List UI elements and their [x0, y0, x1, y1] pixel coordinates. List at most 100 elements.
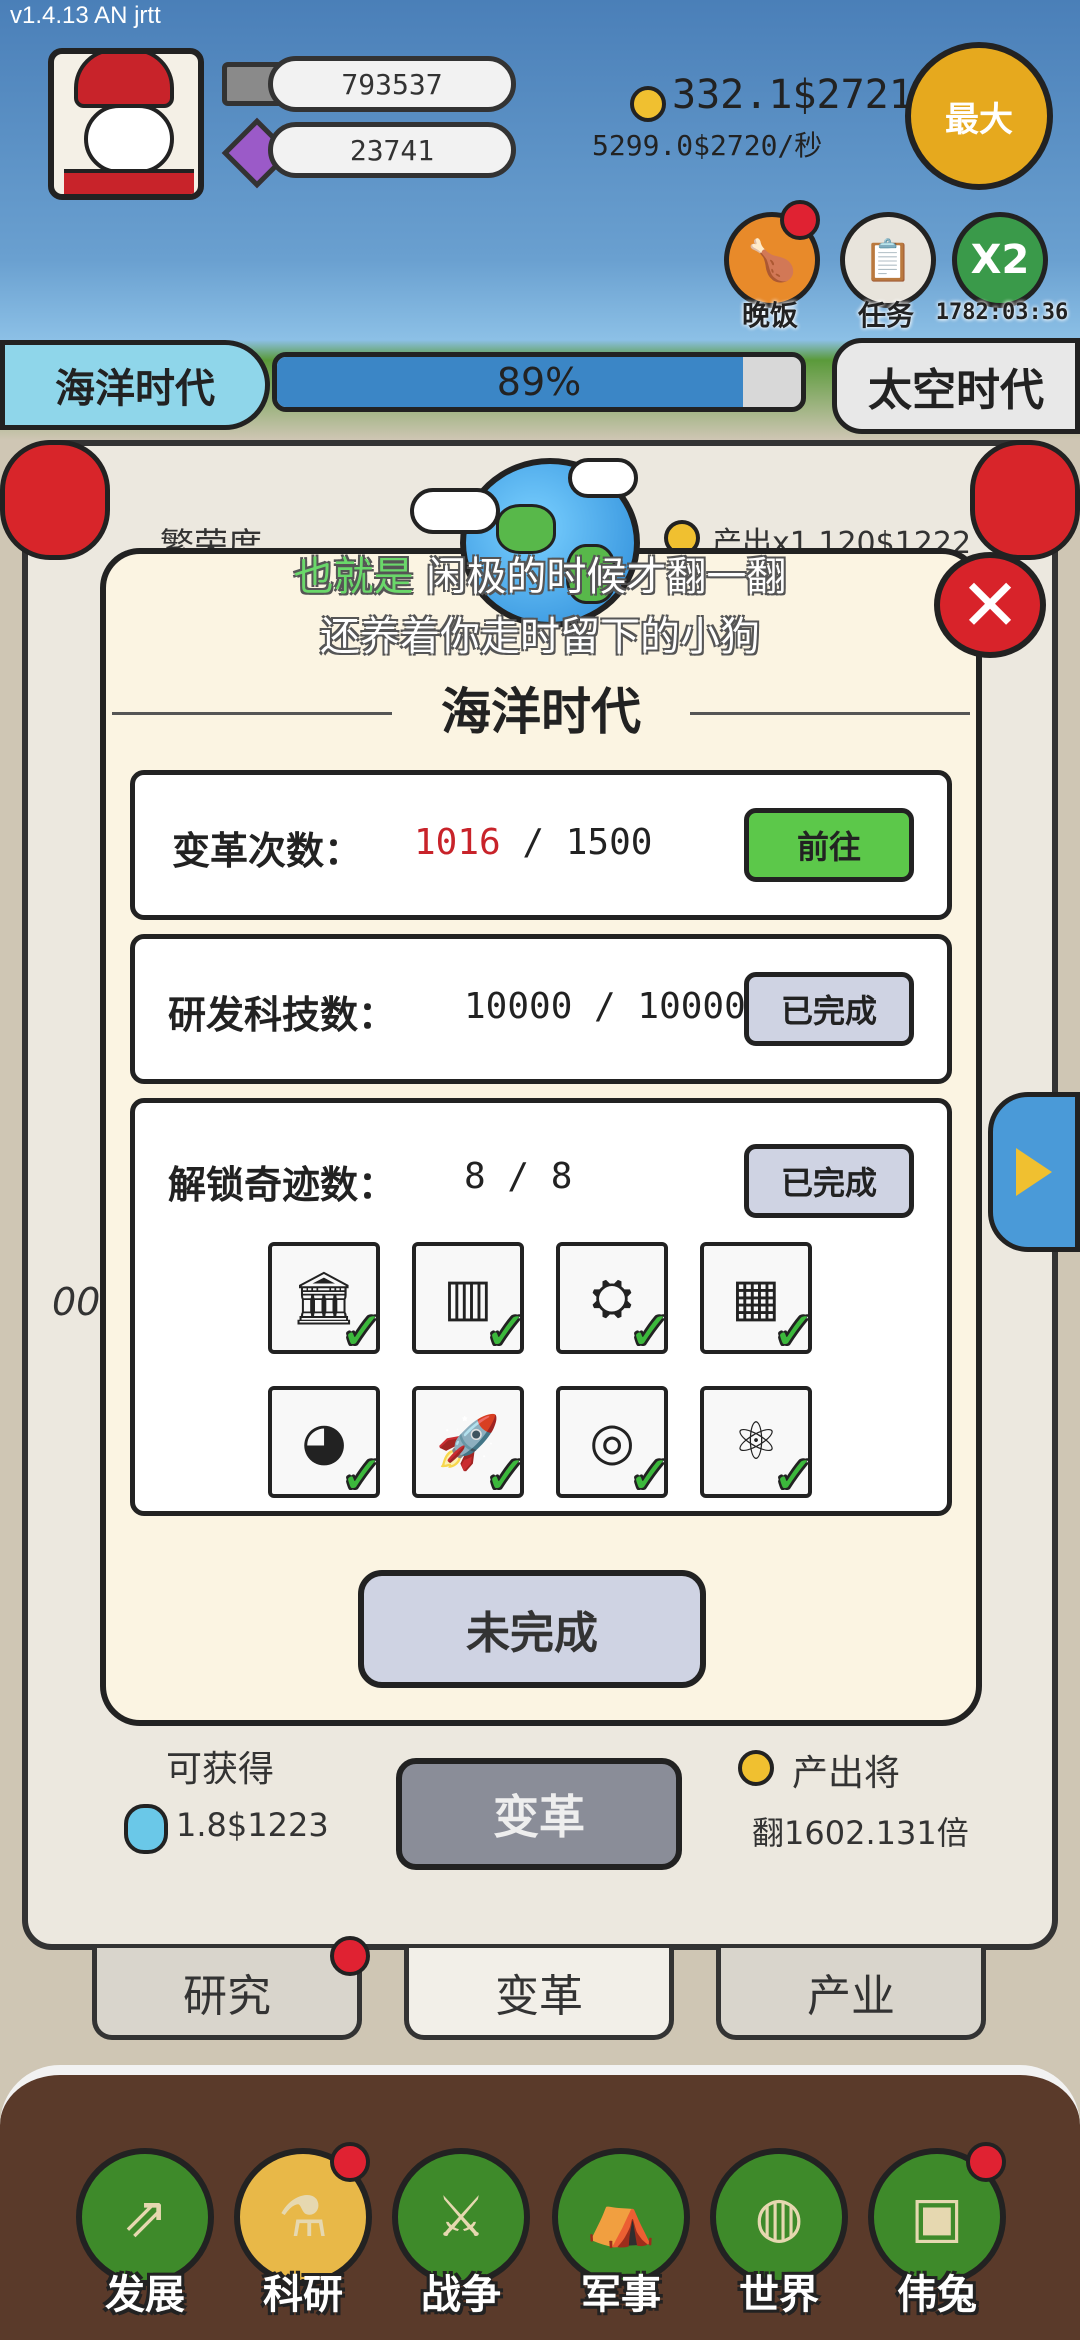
tab-label: 研究 [183, 1970, 271, 2022]
next-era-button[interactable]: 太空时代 [832, 338, 1080, 434]
modal-title: 海洋时代 [441, 683, 641, 741]
obtain-value: 1.8$1223 [176, 1806, 329, 1844]
checkmark-icon: ✓ [628, 1446, 672, 1506]
notification-dot [966, 2142, 1006, 2182]
go-button-label: 前往 [796, 828, 861, 866]
play-icon [1016, 1148, 1052, 1196]
tab-industry[interactable]: 产业 [716, 1948, 986, 2040]
coin-icon [738, 1750, 774, 1786]
requirement-separator: / [485, 1156, 551, 1197]
silver-counter: 793537 [268, 56, 516, 112]
checkmark-icon: ✓ [772, 1446, 816, 1506]
completed-button-label: 已完成 [780, 992, 877, 1030]
nav-label: 科研 [263, 2272, 343, 2318]
reform-button[interactable]: 变革 [396, 1758, 682, 1870]
requirement-current: 8 [464, 1156, 486, 1197]
completed-button[interactable]: 已完成 [744, 972, 914, 1046]
current-era-label: 海洋时代 [55, 366, 215, 412]
x2-timer: 1782:03:36 [935, 300, 1069, 325]
close-icon: ✕ [959, 563, 1021, 647]
requirement-target: 1500 [565, 822, 653, 863]
incomplete-button[interactable]: 未完成 [358, 1570, 706, 1688]
output-will-label: 产出将 [792, 1753, 901, 1794]
gem-value: 23741 [349, 133, 435, 167]
chicken-leg-icon: 🍗 [747, 237, 797, 284]
robe-icon [64, 169, 194, 194]
cloud-icon [568, 458, 638, 498]
x2-label: X2 [970, 237, 1030, 283]
flask-icon: ⚗ [277, 2184, 329, 2250]
subtitle-line-1: 也就是 闲极的时候才翻一翻 [0, 544, 1080, 602]
requirement-target: 10000 [637, 986, 746, 1027]
checkmark-icon: ✓ [340, 1302, 384, 1362]
coin-icon [630, 86, 666, 122]
clipboard-icon: 📋 [863, 237, 913, 284]
nav-label: 发展 [105, 2272, 185, 2318]
player-avatar[interactable] [48, 48, 204, 200]
checkmark-icon: ✓ [484, 1302, 528, 1362]
obtain-label: 可获得 [166, 1749, 275, 1790]
requirement-value: 1016 / 1500 [414, 822, 652, 863]
requirement-current: 1016 [414, 822, 501, 863]
requirement-separator: / [500, 822, 566, 863]
requirement-label: 研发科技数： [168, 993, 397, 1037]
close-button[interactable]: ✕ [934, 552, 1046, 658]
nav-label: 世界 [739, 2272, 819, 2318]
nav-label: 战争 [421, 2272, 501, 2318]
requirement-target: 8 [550, 1156, 573, 1197]
globe-icon: ◍ [754, 2184, 804, 2250]
max-button-label: 最大 [945, 99, 1013, 140]
cloud-icon [410, 488, 500, 534]
era-progress-text: 89% [496, 360, 582, 404]
rabbit-icon [124, 1804, 168, 1854]
side-play-tab[interactable] [988, 1092, 1080, 1252]
rabbit-face-icon [84, 104, 174, 174]
completed-button-label: 已完成 [780, 1164, 877, 1202]
silver-value: 793537 [341, 67, 443, 101]
gem-counter: 23741 [268, 122, 516, 178]
requirement-label: 解锁奇迹数： [168, 1163, 397, 1207]
go-button[interactable]: 前往 [744, 808, 914, 882]
requirement-value: 10000 / 10000 [464, 986, 746, 1027]
tent-icon: ⛺ [586, 2185, 656, 2250]
max-button[interactable]: 最大 [905, 42, 1053, 190]
checkmark-icon: ✓ [340, 1446, 384, 1506]
requirement-label: 变革次数： [172, 829, 363, 873]
double-speed-button[interactable]: X2 [952, 212, 1048, 308]
requirement-current: 10000 [464, 986, 573, 1027]
checkmark-icon: ✓ [484, 1446, 528, 1506]
tasks-label: 任务 [857, 299, 914, 332]
requirement-separator: / [572, 986, 638, 1027]
notification-dot [330, 1936, 370, 1976]
subtitle-text: 闲极的时候才翻一翻 [413, 554, 787, 600]
up-arrow-icon: ⇗ [121, 2184, 169, 2250]
subtitle-highlight: 也就是 [293, 554, 414, 600]
emperor-hat-icon [74, 54, 174, 108]
lantern-icon [970, 440, 1080, 560]
subtitle-line-2: 还养着你走时留下的小狗 [320, 614, 760, 660]
completed-button[interactable]: 已完成 [744, 1144, 914, 1218]
lantern-icon [0, 440, 110, 560]
notification-dot [330, 2142, 370, 2182]
tab-label: 变革 [495, 1970, 583, 2022]
incomplete-button-label: 未完成 [466, 1608, 598, 1659]
coin-rate: 5299.0$2720/秒 [592, 129, 823, 162]
side-number: 00 [52, 1280, 101, 1324]
requirement-value: 8 / 8 [464, 1156, 572, 1197]
checkmark-icon: ✓ [772, 1302, 816, 1362]
notification-dot [780, 200, 820, 240]
tab-label: 产业 [807, 1970, 895, 2022]
reform-button-label: 变革 [493, 1790, 585, 1844]
checkmark-icon: ✓ [628, 1302, 672, 1362]
crossed-swords-icon: ⚔ [435, 2184, 487, 2250]
coin-total: 332.1$2721 [672, 72, 913, 118]
nav-label: 军事 [581, 2272, 661, 2318]
current-era-badge: 海洋时代 [0, 340, 270, 430]
tab-research[interactable]: 研究 [92, 1948, 362, 2040]
output-will-value: 翻1602.131倍 [752, 1814, 969, 1852]
version-label: v1.4.13 AN jrtt [10, 2, 161, 29]
rabbit-portrait-icon: ▣ [910, 2184, 964, 2250]
nav-label: 伟兔 [897, 2272, 977, 2318]
dinner-label: 晚饭 [741, 299, 798, 332]
tab-reform[interactable]: 变革 [404, 1948, 674, 2040]
